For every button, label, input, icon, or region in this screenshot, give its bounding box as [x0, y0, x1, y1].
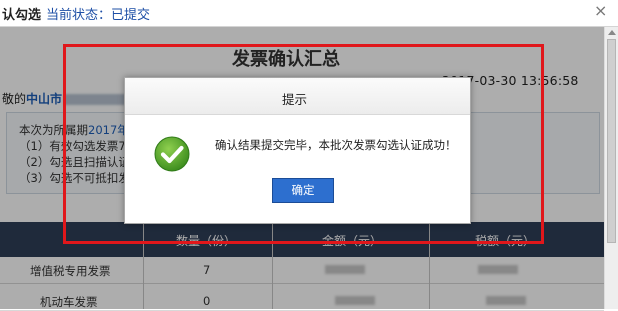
- dialog-message: 确认结果提交完毕，本批次发票勾选认证成功！: [215, 138, 457, 152]
- confirm-dialog: 提示 确认结果提交完毕，本批次发票勾选认证成功！ 确定: [124, 77, 471, 224]
- window-title: 认勾选: [2, 8, 42, 23]
- dialog-header: 提示: [125, 78, 470, 115]
- ok-button[interactable]: 确定: [272, 178, 334, 203]
- dialog-title: 提示: [282, 92, 308, 107]
- check-circle-icon: [154, 136, 190, 172]
- scroll-up-arrow-icon[interactable]: [608, 30, 616, 35]
- window-status: 当前状态：已提交: [46, 8, 151, 23]
- vertical-scrollbar[interactable]: [604, 27, 618, 309]
- scroll-thumb[interactable]: [607, 39, 616, 243]
- window-title-bar: 认勾选 当前状态：已提交 ×: [0, 0, 618, 27]
- close-icon[interactable]: ×: [594, 1, 607, 20]
